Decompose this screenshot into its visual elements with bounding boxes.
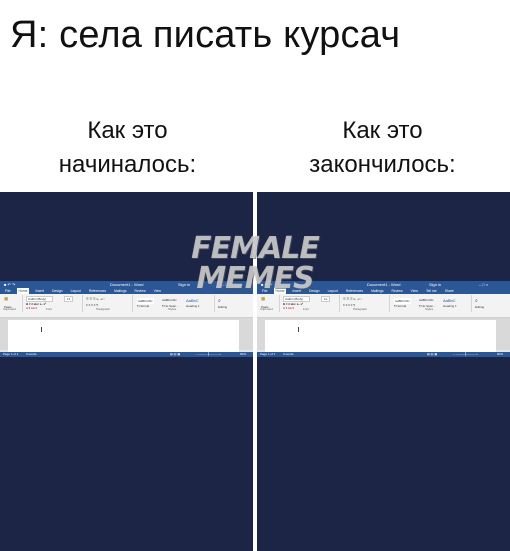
doc-title: Document1 - Word	[110, 282, 144, 287]
editing-group: ⌕ Editing	[473, 295, 493, 312]
font-size-select[interactable]: 11	[64, 296, 74, 302]
style-heading-label: Heading 1	[186, 304, 200, 308]
zoom-slider[interactable]: – ———┃——— +	[453, 352, 478, 357]
paragraph-label: Paragraph	[353, 307, 368, 311]
find-icon[interactable]: ⌕	[475, 298, 478, 304]
style-normal-label: ¶ Normal	[394, 304, 407, 308]
list-buttons-icon[interactable]: ☰ ☰ ☰ ⇤ ⇥ ↕	[343, 297, 362, 301]
clipboard-group: ■ Paste Clipboard	[259, 295, 280, 312]
zoom-level: 90%	[497, 352, 504, 356]
document-area	[257, 318, 510, 356]
paste-icon[interactable]: ■	[4, 296, 8, 303]
style-normal-label: ¶ Normal	[137, 304, 150, 308]
status-bar: Page 1 of 1 0 words ▤ ▥ ▦ – ———┃——— + 90…	[257, 352, 510, 357]
paragraph-group: ☰ ☰ ☰ ⇤ ⇥ ↕ ≡ ≡ ≡ ≡ ¶ Paragraph	[84, 295, 133, 312]
font-group: Calibri (Body) 11 B I U abc x₂ x² A ▾ Aa…	[24, 295, 83, 312]
text-cursor	[298, 327, 299, 332]
caption-right: Как это закончилось:	[255, 114, 510, 182]
document-page[interactable]	[265, 320, 496, 356]
styles-label: Styles	[168, 307, 177, 311]
editing-label[interactable]: Editing	[218, 305, 227, 309]
watermark-line-2: MEMES	[196, 261, 314, 296]
editing-group: ⌕ Editing	[216, 295, 236, 312]
view-buttons-icon[interactable]: ▤ ▥ ▦	[427, 352, 437, 357]
font-color-icon[interactable]: A ▾ Aa ▾	[26, 306, 37, 310]
font-group: Calibri (Body) 11 B I U abc x₂ x² A ▾ Aa…	[281, 295, 340, 312]
status-words: 0 words	[283, 352, 294, 356]
status-bar: Page 1 of 1 0 words ▤ ▥ ▦ – ———┃——— + 90…	[0, 352, 253, 357]
status-page: Page 1 of 1	[260, 352, 276, 356]
style-no-spacing[interactable]: AaBbCcDc	[419, 298, 434, 302]
clipboard-label: Clipboard	[260, 307, 273, 311]
watermark: FEMALE MEMES	[180, 234, 330, 294]
style-heading-1[interactable]: AaBbC	[443, 298, 456, 303]
styles-label: Styles	[425, 307, 434, 311]
font-color-icon[interactable]: A ▾ Aa ▾	[283, 306, 294, 310]
paragraph-group: ☰ ☰ ☰ ⇤ ⇥ ↕ ≡ ≡ ≡ ≡ ¶ Paragraph	[341, 295, 390, 312]
quick-access-icons: ■ ↶ ↷	[4, 282, 16, 287]
style-heading-label: Heading 1	[443, 304, 457, 308]
style-heading-1[interactable]: AaBbC	[186, 298, 199, 303]
sign-in-link[interactable]: Sign in	[429, 281, 441, 288]
font-label: Font	[303, 307, 310, 311]
doc-title: Document1 - Word	[367, 282, 401, 287]
paragraph-label: Paragraph	[96, 307, 111, 311]
watermark-line-1: FEMALE	[191, 231, 320, 266]
style-no-spacing[interactable]: AaBbCcDc	[162, 298, 177, 302]
zoom-level: 90%	[240, 352, 247, 356]
styles-group: AaBbCcDc AaBbCcDc AaBbC ¶ Normal ¶ No Sp…	[391, 295, 472, 312]
editing-label[interactable]: Editing	[475, 305, 484, 309]
clipboard-label: Clipboard	[3, 307, 16, 311]
view-buttons-icon[interactable]: ▤ ▥ ▦	[170, 352, 180, 357]
paste-icon[interactable]: ■	[261, 296, 265, 303]
caption-right-line-2: закончилось:	[309, 151, 456, 178]
zoom-slider[interactable]: – ———┃——— +	[196, 352, 221, 357]
document-area	[0, 318, 253, 356]
caption-right-line-1: Как это	[342, 117, 423, 144]
caption-left: Как это начиналось:	[0, 114, 255, 182]
clipboard-group: ■ Paste Clipboard	[2, 295, 23, 312]
document-page[interactable]	[8, 320, 239, 356]
meme-title: Я: села писать курсач	[10, 14, 401, 56]
status-page: Page 1 of 1	[3, 352, 19, 356]
caption-left-line-1: Как это	[87, 117, 168, 144]
status-words: 0 words	[26, 352, 37, 356]
font-label: Font	[46, 307, 53, 311]
ribbon-home: ■ Paste Clipboard Calibri (Body) 11 B I …	[257, 294, 510, 318]
caption-left-line-2: начиналось:	[58, 151, 197, 178]
list-buttons-icon[interactable]: ☰ ☰ ☰ ⇤ ⇥ ↕	[86, 297, 105, 301]
font-size-select[interactable]: 11	[321, 296, 331, 302]
ribbon-home: ■ Paste Clipboard Calibri (Body) 11 B I …	[0, 294, 253, 318]
find-icon[interactable]: ⌕	[218, 298, 221, 304]
styles-group: AaBbCcDc AaBbCcDc AaBbC ¶ Normal ¶ No Sp…	[134, 295, 215, 312]
text-cursor	[41, 327, 42, 332]
window-controls-icon[interactable]: – □ ×	[479, 281, 488, 288]
